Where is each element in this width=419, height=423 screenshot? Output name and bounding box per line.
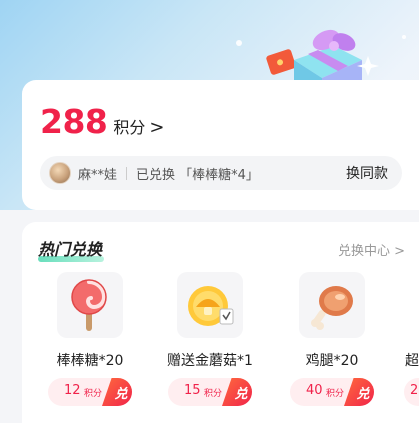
golden-mushroom-icon: [188, 286, 234, 326]
price-pill[interactable]: 2: [404, 378, 419, 406]
item-price: 40: [306, 383, 323, 398]
chevron-right-icon: >: [149, 117, 165, 138]
points-card: 288 积分 > 麻**娃 已兑换 「棒棒糖*4」 换同款: [22, 80, 419, 210]
redeem-button[interactable]: 兑: [344, 378, 374, 406]
exchange-item[interactable]: 鸡腿*20 40 积分 兑: [272, 272, 392, 422]
avatar: [49, 162, 71, 184]
sparkle-icon: [402, 35, 406, 39]
redeem-button[interactable]: 兑: [102, 378, 132, 406]
item-image: [57, 272, 123, 338]
item-image: [299, 272, 365, 338]
exchange-same-button[interactable]: 换同款: [346, 163, 388, 183]
redeem-label: 兑: [356, 386, 370, 402]
item-price-unit: 积分: [326, 389, 345, 399]
item-name: 鸡腿*20: [305, 353, 359, 369]
item-price: 15: [184, 383, 201, 398]
item-name: 棒棒糖*20: [56, 353, 124, 369]
points-summary[interactable]: 288 积分 >: [40, 102, 165, 141]
price-pill[interactable]: 15 积分 兑: [168, 378, 252, 406]
redeem-label: 兑: [114, 386, 128, 402]
item-name: 超: [405, 353, 419, 369]
sparkle-icon: [236, 40, 242, 46]
exchange-center-link[interactable]: 兑换中心 >: [338, 240, 405, 259]
redeem-label: 兑: [234, 386, 248, 402]
exchange-item[interactable]: 赠送金蘑菇*1 15 积分 兑: [150, 272, 270, 422]
feed-user-name: 麻**娃: [78, 167, 118, 183]
price-pill[interactable]: 12 积分 兑: [48, 378, 132, 406]
exchange-feed-bar: 麻**娃 已兑换 「棒棒糖*4」 换同款: [40, 156, 402, 190]
points-unit: 积分: [113, 118, 146, 137]
divider: [126, 166, 128, 180]
item-price-unit: 积分: [84, 389, 103, 399]
item-price-unit: 积分: [204, 389, 223, 399]
drumstick-icon: [311, 286, 353, 330]
redeem-button[interactable]: 兑: [222, 378, 252, 406]
points-value: 288: [40, 102, 108, 141]
lollipop-icon: [71, 279, 107, 331]
feed-exchanged-text: 已兑换 「棒棒糖*4」: [136, 167, 259, 183]
item-price: 2: [410, 383, 419, 398]
item-price: 12: [64, 383, 81, 398]
exchange-item[interactable]: 超 2: [398, 272, 419, 422]
price-pill[interactable]: 40 积分 兑: [290, 378, 374, 406]
hot-exchange-section: 热门兑换 兑换中心 > 棒棒糖*20 12 积分 兑 赠送金蘑菇*1 15 积分…: [22, 222, 419, 423]
item-name: 赠送金蘑菇*1: [167, 353, 253, 369]
section-title: 热门兑换: [38, 240, 103, 259]
item-image: [177, 272, 243, 338]
exchange-item[interactable]: 棒棒糖*20 12 积分 兑: [30, 272, 150, 422]
